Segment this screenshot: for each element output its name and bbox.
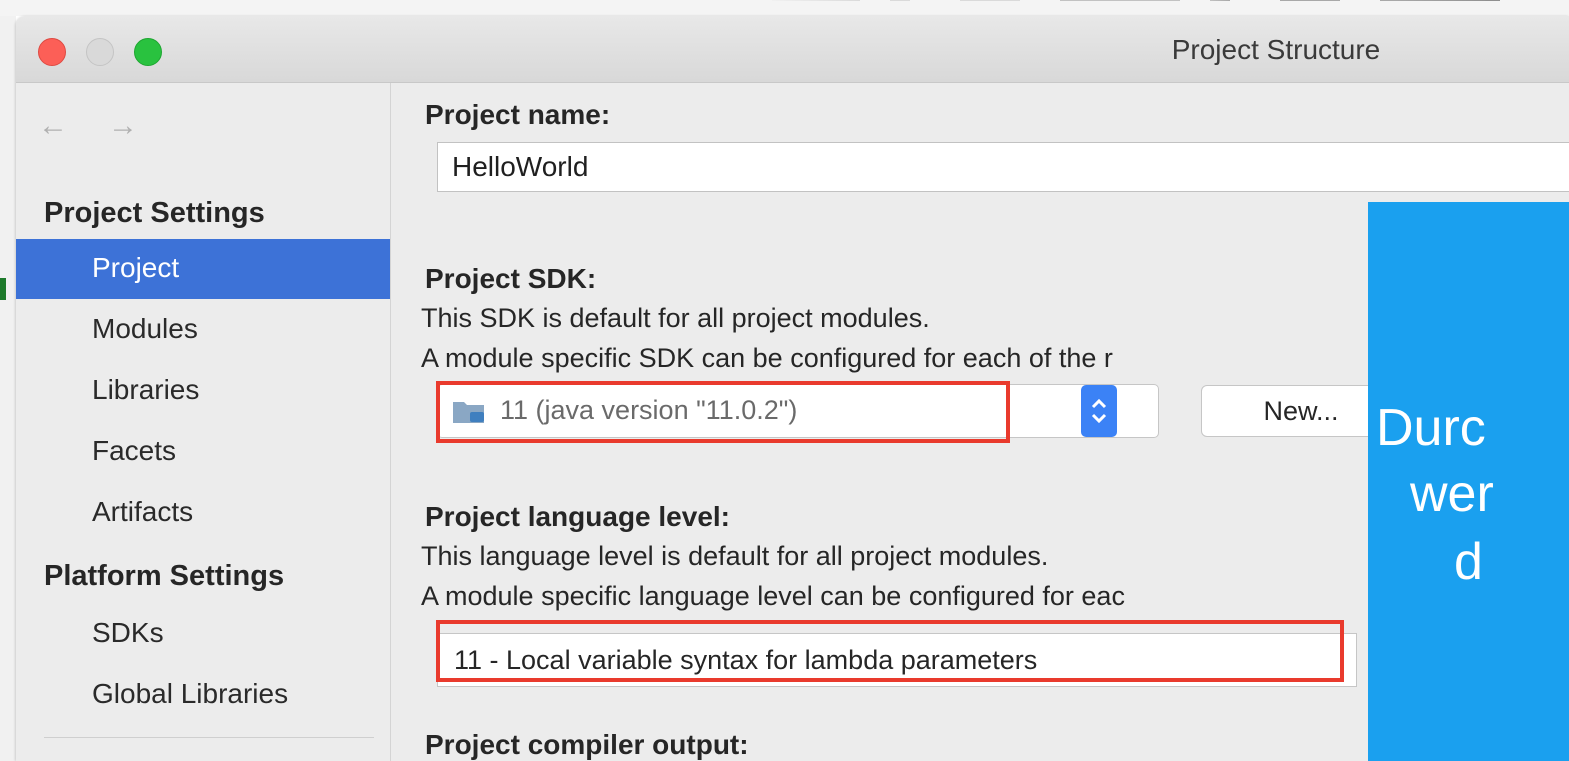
sidebar-item-global-libraries[interactable]: Global Libraries	[16, 665, 390, 725]
sdk-dropdown-stepper[interactable]	[1081, 385, 1117, 437]
platform-settings-heading: Platform Settings	[44, 560, 285, 592]
language-level-description: This language level is default for all p…	[421, 541, 1049, 571]
sidebar: ← → Project Settings Project Modules Lib…	[16, 83, 391, 761]
project-sdk-description: This SDK is default for all project modu…	[421, 303, 930, 333]
overlay-line-2: wer	[1410, 465, 1494, 523]
project-name-label: Project name:	[425, 99, 611, 130]
background-strip-left	[0, 16, 16, 761]
background-strip	[0, 0, 1569, 16]
sidebar-item-facets[interactable]: Facets	[16, 422, 390, 482]
sidebar-divider	[44, 737, 374, 738]
sidebar-item-modules[interactable]: Modules	[16, 300, 390, 360]
overlay-line-1: Durc	[1376, 399, 1486, 457]
window-title: Project Structure	[1171, 34, 1381, 65]
back-arrow-icon[interactable]: ←	[38, 109, 68, 143]
overlay-line-3: d	[1454, 533, 1483, 591]
project-sdk-description-2: A module specific SDK can be configured …	[421, 343, 1113, 373]
sidebar-item-artifacts[interactable]: Artifacts	[16, 483, 390, 543]
project-sdk-label: Project SDK:	[425, 263, 597, 294]
compiler-output-label: Project compiler output:	[425, 729, 749, 760]
project-settings-heading: Project Settings	[44, 197, 265, 229]
project-name-input[interactable]: HelloWorld	[437, 142, 1569, 192]
forward-arrow-icon[interactable]: →	[108, 109, 138, 143]
background-code-marker	[0, 278, 6, 300]
sidebar-item-libraries[interactable]: Libraries	[16, 361, 390, 421]
language-level-label: Project language level:	[425, 501, 730, 532]
language-level-highlight-annotation	[436, 620, 1344, 682]
language-level-description-2: A module specific language level can be …	[421, 581, 1125, 611]
sdk-highlight-annotation	[436, 381, 1010, 443]
title-bar: Project Structure	[16, 16, 1569, 83]
maximize-window-button[interactable]	[134, 38, 162, 66]
close-window-button[interactable]	[38, 38, 66, 66]
sidebar-item-project[interactable]: Project	[16, 239, 390, 299]
chevron-up-down-icon	[1091, 398, 1107, 424]
minimize-window-button[interactable]	[86, 38, 114, 66]
sidebar-item-sdks[interactable]: SDKs	[16, 604, 390, 664]
overlay-caption-box: Durc wer d	[1368, 202, 1569, 761]
background-content	[749, 0, 1500, 1]
